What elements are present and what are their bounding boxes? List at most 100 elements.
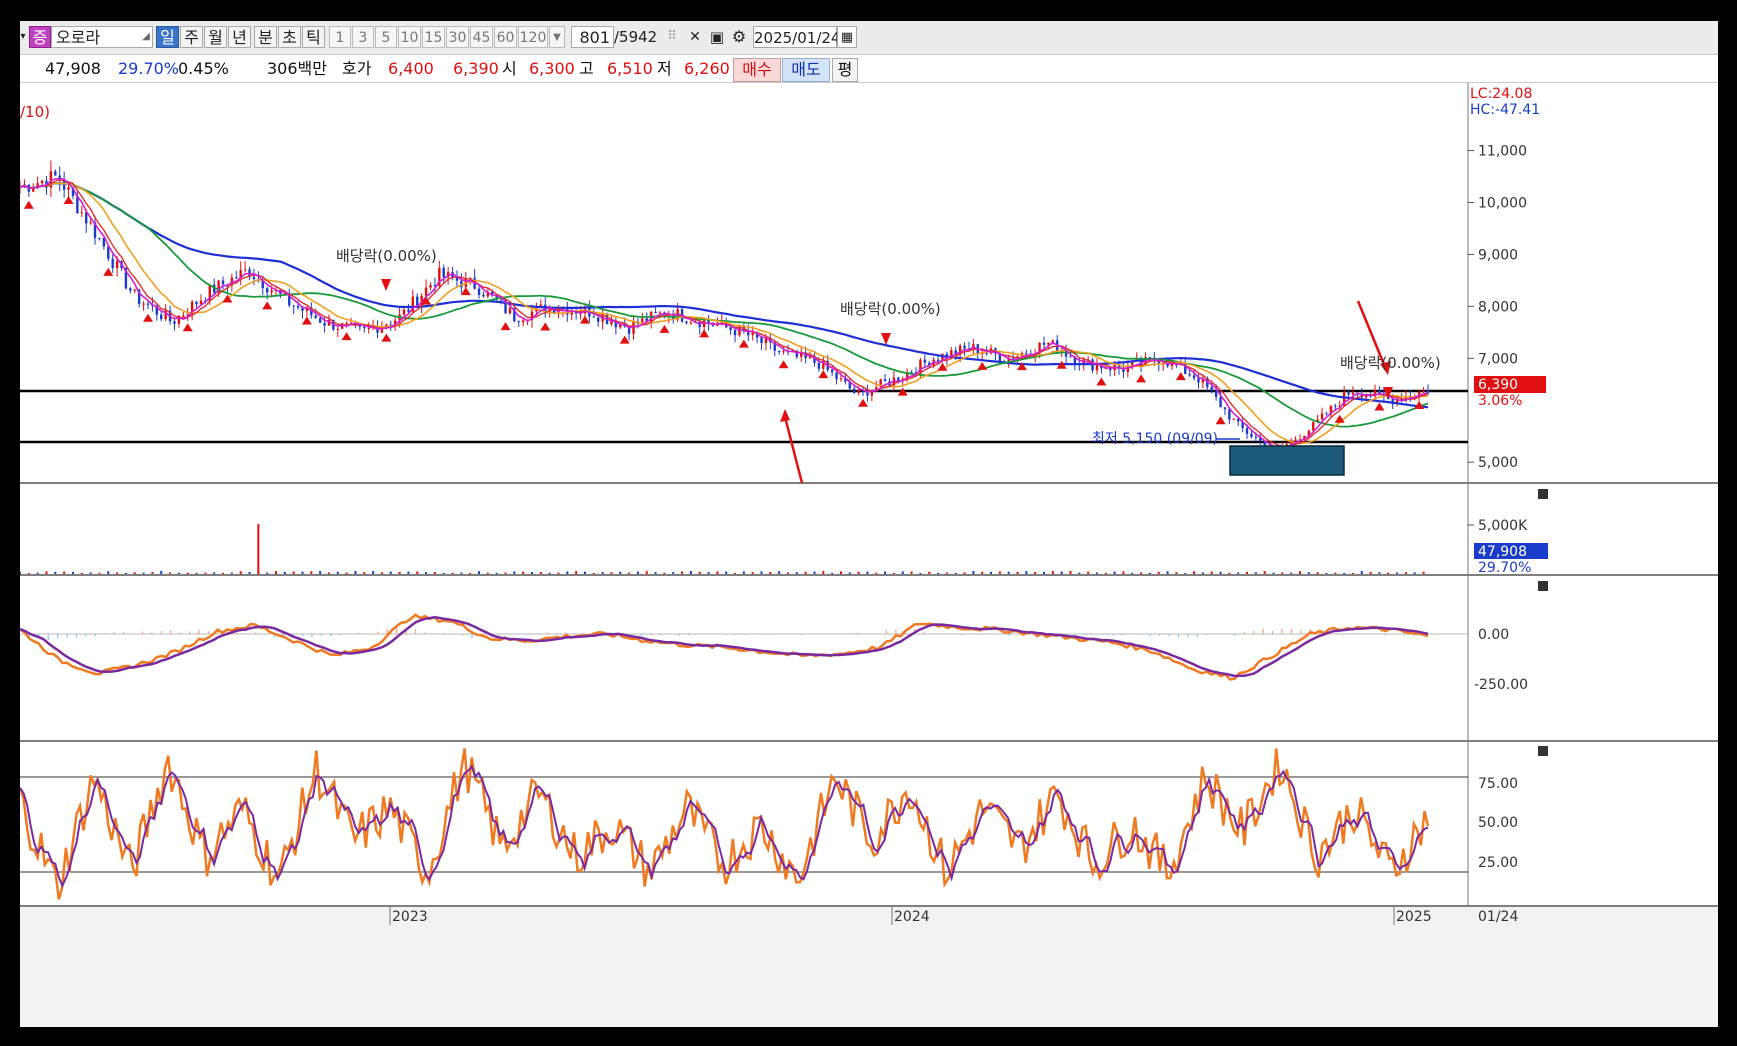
volume-bar (1140, 572, 1143, 574)
volume-bar (1104, 572, 1107, 574)
volume-bar (1193, 571, 1196, 574)
candle-body (654, 311, 657, 314)
volume-bar (160, 571, 163, 574)
volume-bar (495, 572, 498, 574)
candle-body (1188, 373, 1191, 376)
annotation-arrow-up-line (783, 416, 804, 484)
hc-label: HC:-47.41 (1470, 102, 1540, 118)
candle-body (323, 322, 326, 326)
candle-body (67, 187, 70, 190)
volume-bar (531, 572, 533, 574)
volume-bar (866, 571, 869, 574)
candle-body (1192, 375, 1196, 379)
candle-body (835, 372, 838, 380)
volume-bar (548, 572, 551, 574)
candle-body (685, 321, 688, 324)
stoch-panel-close-icon[interactable] (1538, 746, 1548, 756)
volume-bar (380, 572, 383, 574)
volume-bar (1387, 572, 1390, 574)
candle-body (429, 284, 432, 288)
volume-bar (54, 571, 57, 574)
candle-body (54, 171, 57, 176)
lc-label: LC:24.08 (1470, 86, 1532, 102)
candle-body (760, 337, 763, 343)
volume-bar (1272, 572, 1275, 574)
volume-bar (937, 572, 940, 574)
volume-bar (433, 571, 436, 574)
price-y-axis-ticks: 11,000 10,000 9,000 8,000 7,000 5,000 (1468, 144, 1527, 471)
volume-bar (204, 572, 207, 574)
volume-bar (1351, 572, 1354, 574)
volume-bar (372, 571, 375, 574)
volume-bar (478, 571, 481, 574)
volume-bar (601, 572, 604, 574)
candle-body (689, 322, 693, 324)
volume-bar (716, 571, 719, 574)
candle-body (1095, 364, 1099, 371)
signal-arrow-up (500, 322, 511, 331)
volume-ytick: 5,000K (1478, 518, 1528, 534)
candle-body (252, 276, 256, 279)
volume-bar (1095, 572, 1098, 574)
volume-bar (230, 572, 233, 574)
candle-body (1232, 418, 1235, 420)
candle-body (402, 309, 406, 315)
signal-arrow-up (182, 323, 193, 332)
candle-body (363, 326, 366, 329)
signal-arrow-up (262, 301, 273, 310)
signal-arrow-up (301, 316, 312, 325)
volume-bar (592, 572, 595, 574)
volume-bar (689, 571, 692, 574)
x-label-2024: 2024 (894, 909, 930, 925)
volume-bar (63, 571, 66, 574)
volume-bar (1051, 571, 1054, 574)
volume-bar (1060, 571, 1063, 574)
chart-canvas[interactable]: /10) LC:24.08 HC:-47.41 11,000 10,000 9,00… (20, 21, 1718, 1027)
macd-ytick-zero: 0.00 (1478, 627, 1509, 643)
volume-bar (901, 571, 904, 574)
candle-body (1351, 392, 1355, 395)
volume-panel-close-icon[interactable] (1538, 489, 1548, 499)
highlight-box (1229, 445, 1345, 476)
candle-body (777, 350, 781, 353)
volume-bar (698, 571, 701, 574)
candle-body (107, 246, 110, 259)
macd-panel-close-icon[interactable] (1538, 581, 1548, 591)
candle-body (98, 237, 101, 239)
candle-body (592, 316, 595, 318)
candle-body (1422, 390, 1425, 393)
x-label-2025: 2025 (1396, 909, 1432, 925)
volume-bar (831, 572, 834, 574)
candle-body (442, 267, 445, 278)
volume-bar (892, 572, 895, 574)
volume-bar (1122, 571, 1125, 574)
candle-body (133, 289, 136, 291)
volume-bar (513, 571, 516, 574)
candle-body (830, 369, 834, 373)
signal-arrow-up (738, 339, 749, 348)
signal-arrow-up (63, 196, 74, 205)
candle-body (1245, 428, 1249, 434)
volume-bar (972, 571, 975, 574)
candle-body (182, 315, 185, 317)
candle-body (963, 345, 966, 349)
volume-bar (857, 571, 860, 574)
candle-body (111, 258, 114, 269)
volume-bar (1290, 572, 1293, 574)
signal-arrow-up (143, 313, 153, 322)
volume-bar (319, 571, 322, 574)
candle-body (173, 321, 176, 324)
low-price-note: 최저 5,150 (09/09) (1092, 431, 1218, 447)
volume-bar (239, 571, 242, 574)
volume-bar (1228, 572, 1231, 574)
candle-body (782, 351, 785, 353)
volume-bar (425, 572, 428, 574)
volume-bar (27, 572, 30, 574)
signal-arrow-up (540, 322, 551, 331)
candle-body (243, 269, 247, 271)
candle-body (1347, 392, 1350, 395)
volume-bar (681, 571, 684, 574)
volume-bar (275, 571, 277, 574)
volume-bar (1343, 572, 1346, 574)
volume-bar (963, 572, 966, 574)
